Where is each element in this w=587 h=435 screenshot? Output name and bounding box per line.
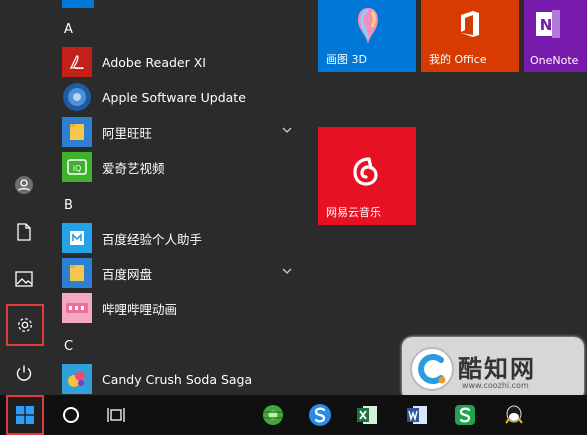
bilibili-icon <box>62 293 92 323</box>
sheets-taskbar-button[interactable] <box>448 395 482 435</box>
adobe-reader-icon <box>62 47 92 77</box>
tile-label: OneNote <box>530 54 579 67</box>
coozhi-watermark: 酷知网 www.coozhi.com <box>402 337 584 401</box>
qq-taskbar-button[interactable] <box>497 395 531 435</box>
settings-button[interactable] <box>6 304 44 346</box>
task-view-button[interactable] <box>98 395 136 435</box>
user-icon <box>15 176 33 194</box>
power-icon <box>16 365 32 381</box>
app-iqiyi[interactable]: iQ 爱奇艺视频 <box>56 150 306 184</box>
tile-my-office[interactable]: 我的 Office <box>421 0 519 72</box>
app-apple-software-update[interactable]: Apple Software Update <box>56 80 306 114</box>
watermark-url: www.coozhi.com <box>462 381 529 390</box>
windows-start-icon <box>16 406 34 424</box>
taskbar <box>0 395 587 435</box>
coozhi-logo-icon <box>410 347 454 391</box>
svg-text:N: N <box>540 16 553 34</box>
cortana-button[interactable] <box>52 395 90 435</box>
sheets-icon <box>455 405 475 425</box>
netease-music-icon <box>353 157 378 186</box>
chevron-down-icon[interactable] <box>282 267 292 275</box>
pictures-icon <box>15 271 33 287</box>
app-label: 百度网盘 <box>102 266 153 282</box>
app-bilibili[interactable]: 哔哩哔哩动画 <box>56 291 306 325</box>
tiles-area: 画图 3D 我的 Office N OneNote 网易云音乐 <box>318 0 587 395</box>
excel-taskbar-button[interactable] <box>350 395 384 435</box>
tile-label: 网易云音乐 <box>326 206 381 219</box>
section-letter-b[interactable]: B <box>64 198 73 213</box>
excel-icon <box>357 406 377 424</box>
app-label: Candy Crush Soda Saga <box>102 371 253 387</box>
app-candy-crush[interactable]: Candy Crush Soda Saga <box>56 362 306 396</box>
app-aliwangwang[interactable]: 阿里旺旺 <box>56 115 306 149</box>
power-button[interactable] <box>0 353 48 393</box>
app-label: 百度经验个人助手 <box>102 231 203 247</box>
app-list: A Adobe Reader XI Apple Software Update … <box>56 0 306 395</box>
candy-crush-icon <box>62 364 92 394</box>
settings-icon <box>18 318 32 332</box>
folder-icon <box>62 117 92 147</box>
app-baidu-pan[interactable]: 百度网盘 <box>56 256 306 290</box>
onenote-icon: N <box>536 10 560 38</box>
qq-icon <box>505 405 523 424</box>
office-icon <box>461 11 479 37</box>
word-taskbar-button[interactable] <box>400 395 434 435</box>
document-icon <box>17 223 31 241</box>
tile-label: 画图 3D <box>326 53 367 66</box>
iqiyi-icon: iQ <box>62 152 92 182</box>
pictures-button[interactable] <box>0 259 48 299</box>
watermark-name: 酷知网 <box>458 355 536 383</box>
paint-3d-icon <box>358 8 378 44</box>
start-button[interactable] <box>6 395 44 435</box>
tile-paint-3d[interactable]: 画图 3D <box>318 0 416 72</box>
baidu-assistant-icon <box>62 223 92 253</box>
user-account-button[interactable] <box>0 165 48 205</box>
browser-icon <box>263 405 283 425</box>
app-baidu-assistant[interactable]: 百度经验个人助手 <box>56 221 306 255</box>
start-left-rail <box>0 0 48 395</box>
apple-update-icon <box>62 82 92 112</box>
section-letter-a[interactable]: A <box>64 22 73 37</box>
documents-button[interactable] <box>0 212 48 252</box>
folder-icon <box>62 258 92 288</box>
cortana-icon <box>63 407 79 423</box>
svg-text:iQ: iQ <box>73 164 82 173</box>
app-adobe-reader[interactable]: Adobe Reader XI <box>56 45 306 79</box>
browser-taskbar-button[interactable] <box>256 395 290 435</box>
app-label: 哔哩哔哩动画 <box>102 301 178 317</box>
app-label: 爱奇艺视频 <box>102 160 165 176</box>
task-view-icon <box>107 408 125 422</box>
app-label: Apple Software Update <box>102 89 246 105</box>
sogou-taskbar-button[interactable] <box>303 395 337 435</box>
app-icon-partial <box>62 0 94 8</box>
tile-netease-music[interactable]: 网易云音乐 <box>318 127 416 225</box>
app-label: Adobe Reader XI <box>102 54 206 70</box>
chevron-down-icon[interactable] <box>282 126 292 134</box>
sogou-icon <box>309 404 331 426</box>
word-icon <box>407 406 427 424</box>
tile-label: 我的 Office <box>429 53 487 66</box>
app-label: 阿里旺旺 <box>102 125 153 141</box>
section-letter-c[interactable]: C <box>64 339 73 354</box>
tile-onenote[interactable]: N OneNote <box>524 0 587 72</box>
